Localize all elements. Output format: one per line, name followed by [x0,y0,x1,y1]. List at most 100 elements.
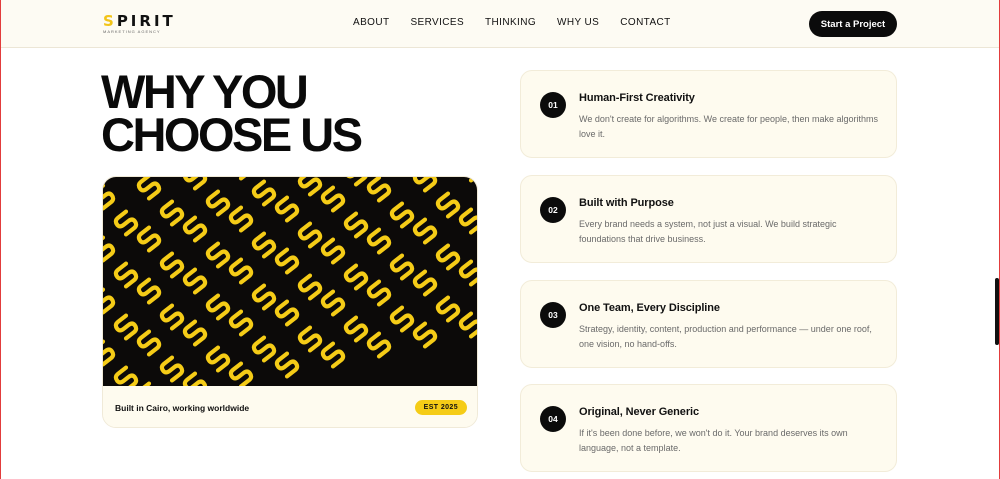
pattern-s-glyph [297,273,323,301]
brand-image-card: Built in Cairo, working worldwide EST 20… [102,176,478,428]
pattern-s-glyph [228,205,254,233]
pattern-s-glyph [228,177,254,181]
reason-description: We don't create for algorithms. We creat… [579,114,879,139]
pattern-s-glyph [182,371,208,386]
pattern-s-glyph [366,227,392,255]
page-title-line-1: WHY YOU [101,65,309,118]
pattern-s-glyph [458,259,477,287]
pattern-s-glyph [113,313,139,341]
established-badge: EST 2025 [414,400,467,415]
pattern-s-glyph [435,243,461,271]
pattern-s-glyph [228,257,254,285]
pattern-s-glyph [320,185,346,213]
pattern-s-glyph [297,325,323,353]
pattern-s-glyph [136,225,162,253]
nav-thinking[interactable]: THINKING [485,17,536,28]
logo-letters: PIRIT [116,12,176,30]
pattern-s-glyph [274,351,300,379]
card-caption: Built in Cairo, working worldwide [115,402,250,413]
brand-pattern-image [103,177,477,386]
start-project-button[interactable]: Start a Project [809,11,897,37]
nav-about[interactable]: ABOUT [353,17,389,28]
reason-number: 04 [540,406,566,432]
main-nav: ABOUT SERVICES THINKING WHY US CONTACT [353,17,671,28]
reason-number: 03 [540,302,566,328]
pattern-s-glyph [297,177,323,197]
pattern-s-glyph [320,289,346,317]
reason-card: 01 Human-First Creativity We don't creat… [520,70,897,158]
pattern-s-glyph [205,241,231,269]
pattern-s-glyph [182,267,208,295]
logo[interactable]: SPIRIT MARKETING AGENCY [103,12,176,35]
logo-wordmark: SPIRIT [103,12,176,30]
pattern-s-glyph [458,177,477,183]
nav-services[interactable]: SERVICES [410,17,464,28]
pattern-s-glyph [159,199,185,227]
pattern-s-glyph [458,207,477,235]
pattern-s-glyph [182,319,208,347]
pattern-s-glyph [136,329,162,357]
pattern-s-glyph [136,177,162,201]
pattern-s-glyph [366,279,392,307]
reason-card: 03 One Team, Every Discipline Strategy, … [520,280,897,368]
pattern-s-glyph [205,293,231,321]
reason-description: If it's been done before, we won't do it… [579,428,848,453]
pattern-s-glyph [320,341,346,369]
reason-card: 02 Built with Purpose Every brand needs … [520,175,897,263]
pattern-s-glyph [251,283,277,311]
pattern-s-glyph [136,277,162,305]
logo-letter-s: S [103,12,117,30]
pattern-s-glyph [159,251,185,279]
reason-title: One Team, Every Discipline [579,302,720,314]
reason-title: Built with Purpose [579,197,674,209]
pattern-s-glyph [205,189,231,217]
reason-description: Strategy, identity, content, production … [579,324,872,349]
pattern-s-glyph [274,195,300,223]
pattern-s-glyph [343,177,369,187]
pattern-svg [103,177,477,386]
pattern-s-glyph [182,177,208,191]
reason-card: 04 Original, Never Generic If it's been … [520,384,897,472]
pattern-s-glyph [458,311,477,339]
pattern-s-glyph [435,191,461,219]
pattern-s-glyph [320,237,346,265]
scrollbar-thumb[interactable] [995,278,999,345]
page-title-line-2: CHOOSE US [101,108,363,161]
pattern-s-glyph [113,261,139,289]
pattern-s-glyph [412,217,438,245]
pattern-s-glyph [159,355,185,383]
reason-number: 02 [540,197,566,223]
pattern-s-glyph [228,361,254,386]
pattern-s-glyph [297,221,323,249]
pattern-s-glyph [113,209,139,237]
pattern-s-glyph [435,295,461,323]
page-title: WHY YOU CHOOSE US [101,65,481,161]
pattern-s-glyph [366,177,392,203]
pattern-s-glyph [103,339,116,367]
pattern-s-glyph [389,305,415,333]
pattern-s-glyph [389,201,415,229]
nav-why-us[interactable]: WHY US [557,17,599,28]
pattern-s-glyph [159,303,185,331]
site-header: SPIRIT MARKETING AGENCY ABOUT SERVICES T… [1,0,999,48]
pattern-s-glyph [366,331,392,359]
pattern-s-glyph [103,287,116,315]
pattern-s-glyph [389,253,415,281]
nav-contact[interactable]: CONTACT [620,17,670,28]
pattern-s-glyph [228,309,254,337]
pattern-s-glyph [274,299,300,327]
pattern-s-glyph [343,315,369,343]
pattern-s-glyph [251,335,277,363]
pattern-s-glyph [182,215,208,243]
pattern-s-glyph [205,345,231,373]
pattern-s-glyph [412,269,438,297]
pattern-s-glyph [412,177,438,193]
pattern-s-glyph [274,247,300,275]
pattern-s-glyph [103,183,116,211]
pattern-s-glyph [251,231,277,259]
reason-title: Human-First Creativity [579,92,695,104]
reason-description: Every brand needs a system, not just a v… [579,219,837,244]
pattern-s-glyph [343,211,369,239]
pattern-s-glyph [251,179,277,207]
pattern-s-glyph [343,263,369,291]
